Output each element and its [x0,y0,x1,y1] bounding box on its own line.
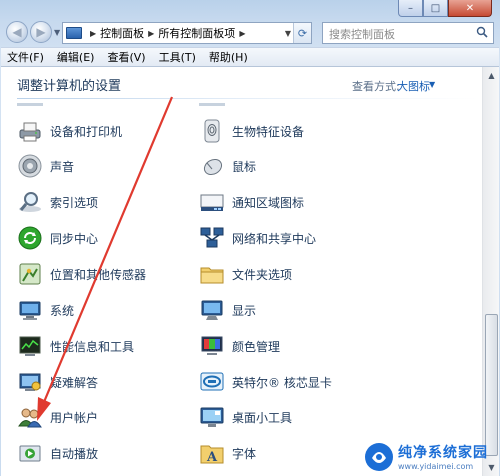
annotation-arrow [37,96,174,421]
window-frame: – □ ✕ ◀ ▶ ▼ ▶ 控制面板 ▶ 所有控制面板项 ▶ ▼ ⟳ 搜索控制面… [0,0,500,476]
watermark: 纯净系统家园 www.yidaimei.com [364,437,500,476]
watermark-logo [365,442,393,471]
watermark-url: www.yidaimei.com [398,462,474,471]
watermark-title: 纯净系统家园 [398,445,488,461]
